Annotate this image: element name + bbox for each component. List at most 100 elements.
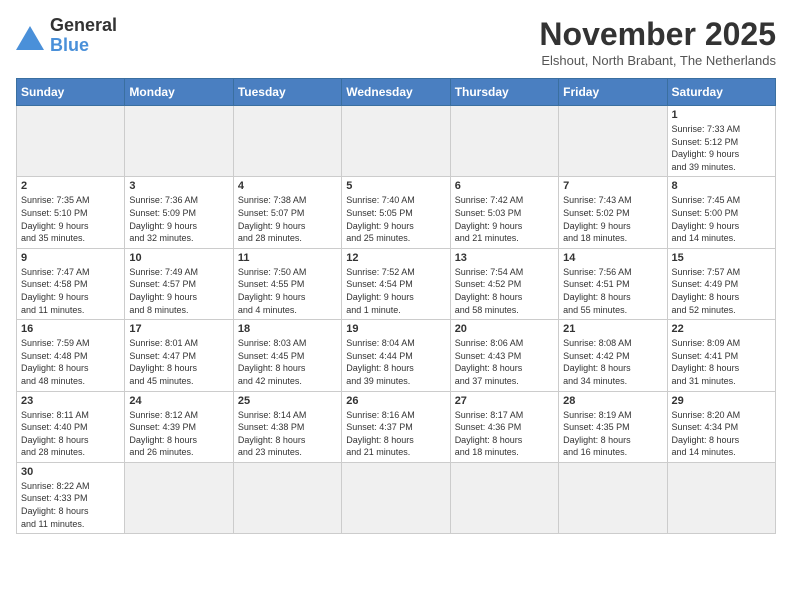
day-number: 17 xyxy=(129,323,228,335)
calendar-cell xyxy=(342,462,450,533)
day-number: 15 xyxy=(672,252,771,264)
day-info: Sunrise: 8:22 AM Sunset: 4:33 PM Dayligh… xyxy=(21,480,120,530)
day-info: Sunrise: 7:56 AM Sunset: 4:51 PM Dayligh… xyxy=(563,266,662,316)
day-info: Sunrise: 8:03 AM Sunset: 4:45 PM Dayligh… xyxy=(238,337,337,387)
day-info: Sunrise: 7:33 AM Sunset: 5:12 PM Dayligh… xyxy=(672,123,771,173)
calendar-cell: 13Sunrise: 7:54 AM Sunset: 4:52 PM Dayli… xyxy=(450,248,558,319)
calendar-cell xyxy=(17,106,125,177)
calendar-cell: 21 Sunrise: 8:08 AM Sunset: 4:42 PM Dayli… xyxy=(559,320,667,391)
day-info: Sunrise: 8:06 AM Sunset: 4:43 PM Dayligh… xyxy=(455,337,554,387)
day-number: 24 xyxy=(129,395,228,407)
calendar-cell: 22 Sunrise: 8:09 AM Sunset: 4:41 PM Dayli… xyxy=(667,320,775,391)
location: Elshout, North Brabant, The Netherlands xyxy=(539,53,776,68)
day-info: Sunrise: 8:01 AM Sunset: 4:47 PM Dayligh… xyxy=(129,337,228,387)
day-info: Sunrise: 7:45 AM Sunset: 5:00 PM Dayligh… xyxy=(672,194,771,244)
day-info: Sunrise: 7:36 AM Sunset: 5:09 PM Dayligh… xyxy=(129,194,228,244)
day-number: 10 xyxy=(129,252,228,264)
calendar-cell: 23 Sunrise: 8:11 AM Sunset: 4:40 PM Dayli… xyxy=(17,391,125,462)
calendar-cell xyxy=(125,106,233,177)
title-block: November 2025 Elshout, North Brabant, Th… xyxy=(539,16,776,68)
calendar-cell: 24 Sunrise: 8:12 AM Sunset: 4:39 PM Dayli… xyxy=(125,391,233,462)
day-number: 4 xyxy=(238,180,337,192)
calendar-cell: 20 Sunrise: 8:06 AM Sunset: 4:43 PM Dayli… xyxy=(450,320,558,391)
day-number: 6 xyxy=(455,180,554,192)
day-number: 18 xyxy=(238,323,337,335)
calendar-cell: 26 Sunrise: 8:16 AM Sunset: 4:37 PM Dayli… xyxy=(342,391,450,462)
day-info: Sunrise: 8:19 AM Sunset: 4:35 PM Dayligh… xyxy=(563,409,662,459)
day-info: Sunrise: 7:49 AM Sunset: 4:57 PM Dayligh… xyxy=(129,266,228,316)
day-info: Sunrise: 7:50 AM Sunset: 4:55 PM Dayligh… xyxy=(238,266,337,316)
day-number: 11 xyxy=(238,252,337,264)
calendar-cell xyxy=(342,106,450,177)
day-info: Sunrise: 8:12 AM Sunset: 4:39 PM Dayligh… xyxy=(129,409,228,459)
calendar-week-row: 2 Sunrise: 7:35 AM Sunset: 5:10 PM Daylig… xyxy=(17,177,776,248)
weekday-header-sunday: Sunday xyxy=(17,79,125,106)
day-info: Sunrise: 7:52 AM Sunset: 4:54 PM Dayligh… xyxy=(346,266,445,316)
logo: GeneralBlue xyxy=(16,16,117,56)
day-number: 30 xyxy=(21,466,120,478)
calendar-cell: 16Sunrise: 7:59 AM Sunset: 4:48 PM Dayli… xyxy=(17,320,125,391)
day-info: Sunrise: 8:09 AM Sunset: 4:41 PM Dayligh… xyxy=(672,337,771,387)
calendar-cell: 6Sunrise: 7:42 AM Sunset: 5:03 PM Daylig… xyxy=(450,177,558,248)
day-info: Sunrise: 7:54 AM Sunset: 4:52 PM Dayligh… xyxy=(455,266,554,316)
calendar-week-row: 16Sunrise: 7:59 AM Sunset: 4:48 PM Dayli… xyxy=(17,320,776,391)
day-number: 8 xyxy=(672,180,771,192)
day-number: 20 xyxy=(455,323,554,335)
day-info: Sunrise: 8:08 AM Sunset: 4:42 PM Dayligh… xyxy=(563,337,662,387)
day-number: 28 xyxy=(563,395,662,407)
calendar-cell xyxy=(667,462,775,533)
day-number: 2 xyxy=(21,180,120,192)
calendar-cell: 8 Sunrise: 7:45 AM Sunset: 5:00 PM Daylig… xyxy=(667,177,775,248)
logo-text: GeneralBlue xyxy=(50,16,117,56)
day-number: 16 xyxy=(21,323,120,335)
calendar-cell: 4 Sunrise: 7:38 AM Sunset: 5:07 PM Daylig… xyxy=(233,177,341,248)
day-info: Sunrise: 7:38 AM Sunset: 5:07 PM Dayligh… xyxy=(238,194,337,244)
day-number: 29 xyxy=(672,395,771,407)
day-number: 27 xyxy=(455,395,554,407)
calendar-cell: 1Sunrise: 7:33 AM Sunset: 5:12 PM Daylig… xyxy=(667,106,775,177)
calendar-cell: 29 Sunrise: 8:20 AM Sunset: 4:34 PM Dayli… xyxy=(667,391,775,462)
day-info: Sunrise: 8:14 AM Sunset: 4:38 PM Dayligh… xyxy=(238,409,337,459)
day-info: Sunrise: 7:40 AM Sunset: 5:05 PM Dayligh… xyxy=(346,194,445,244)
day-number: 14 xyxy=(563,252,662,264)
calendar-cell xyxy=(233,106,341,177)
day-number: 23 xyxy=(21,395,120,407)
day-info: Sunrise: 7:47 AM Sunset: 4:58 PM Dayligh… xyxy=(21,266,120,316)
calendar-cell: 30 Sunrise: 8:22 AM Sunset: 4:33 PM Dayli… xyxy=(17,462,125,533)
calendar-cell: 17 Sunrise: 8:01 AM Sunset: 4:47 PM Dayli… xyxy=(125,320,233,391)
weekday-header-thursday: Thursday xyxy=(450,79,558,106)
day-info: Sunrise: 8:11 AM Sunset: 4:40 PM Dayligh… xyxy=(21,409,120,459)
day-info: Sunrise: 8:04 AM Sunset: 4:44 PM Dayligh… xyxy=(346,337,445,387)
page-header: GeneralBlue November 2025 Elshout, North… xyxy=(16,16,776,68)
calendar-cell: 11 Sunrise: 7:50 AM Sunset: 4:55 PM Dayli… xyxy=(233,248,341,319)
calendar-cell: 12 Sunrise: 7:52 AM Sunset: 4:54 PM Dayli… xyxy=(342,248,450,319)
calendar-week-row: 30 Sunrise: 8:22 AM Sunset: 4:33 PM Dayli… xyxy=(17,462,776,533)
day-number: 21 xyxy=(563,323,662,335)
day-number: 22 xyxy=(672,323,771,335)
day-info: Sunrise: 8:20 AM Sunset: 4:34 PM Dayligh… xyxy=(672,409,771,459)
calendar-table: SundayMondayTuesdayWednesdayThursdayFrid… xyxy=(16,78,776,534)
calendar-cell: 9 Sunrise: 7:47 AM Sunset: 4:58 PM Daylig… xyxy=(17,248,125,319)
day-number: 25 xyxy=(238,395,337,407)
calendar-week-row: 1Sunrise: 7:33 AM Sunset: 5:12 PM Daylig… xyxy=(17,106,776,177)
day-info: Sunrise: 7:35 AM Sunset: 5:10 PM Dayligh… xyxy=(21,194,120,244)
day-info: Sunrise: 8:16 AM Sunset: 4:37 PM Dayligh… xyxy=(346,409,445,459)
calendar-cell: 19 Sunrise: 8:04 AM Sunset: 4:44 PM Dayli… xyxy=(342,320,450,391)
calendar-cell: 2 Sunrise: 7:35 AM Sunset: 5:10 PM Daylig… xyxy=(17,177,125,248)
calendar-cell: 5Sunrise: 7:40 AM Sunset: 5:05 PM Daylig… xyxy=(342,177,450,248)
weekday-header-tuesday: Tuesday xyxy=(233,79,341,106)
day-number: 19 xyxy=(346,323,445,335)
logo-icon xyxy=(16,26,44,50)
weekday-header-row: SundayMondayTuesdayWednesdayThursdayFrid… xyxy=(17,79,776,106)
calendar-cell: 25 Sunrise: 8:14 AM Sunset: 4:38 PM Dayli… xyxy=(233,391,341,462)
day-number: 12 xyxy=(346,252,445,264)
month-title: November 2025 xyxy=(539,16,776,53)
day-number: 26 xyxy=(346,395,445,407)
day-number: 9 xyxy=(21,252,120,264)
day-info: Sunrise: 8:17 AM Sunset: 4:36 PM Dayligh… xyxy=(455,409,554,459)
calendar-cell xyxy=(233,462,341,533)
day-info: Sunrise: 7:43 AM Sunset: 5:02 PM Dayligh… xyxy=(563,194,662,244)
calendar-cell xyxy=(559,462,667,533)
calendar-cell: 15Sunrise: 7:57 AM Sunset: 4:49 PM Dayli… xyxy=(667,248,775,319)
day-number: 3 xyxy=(129,180,228,192)
